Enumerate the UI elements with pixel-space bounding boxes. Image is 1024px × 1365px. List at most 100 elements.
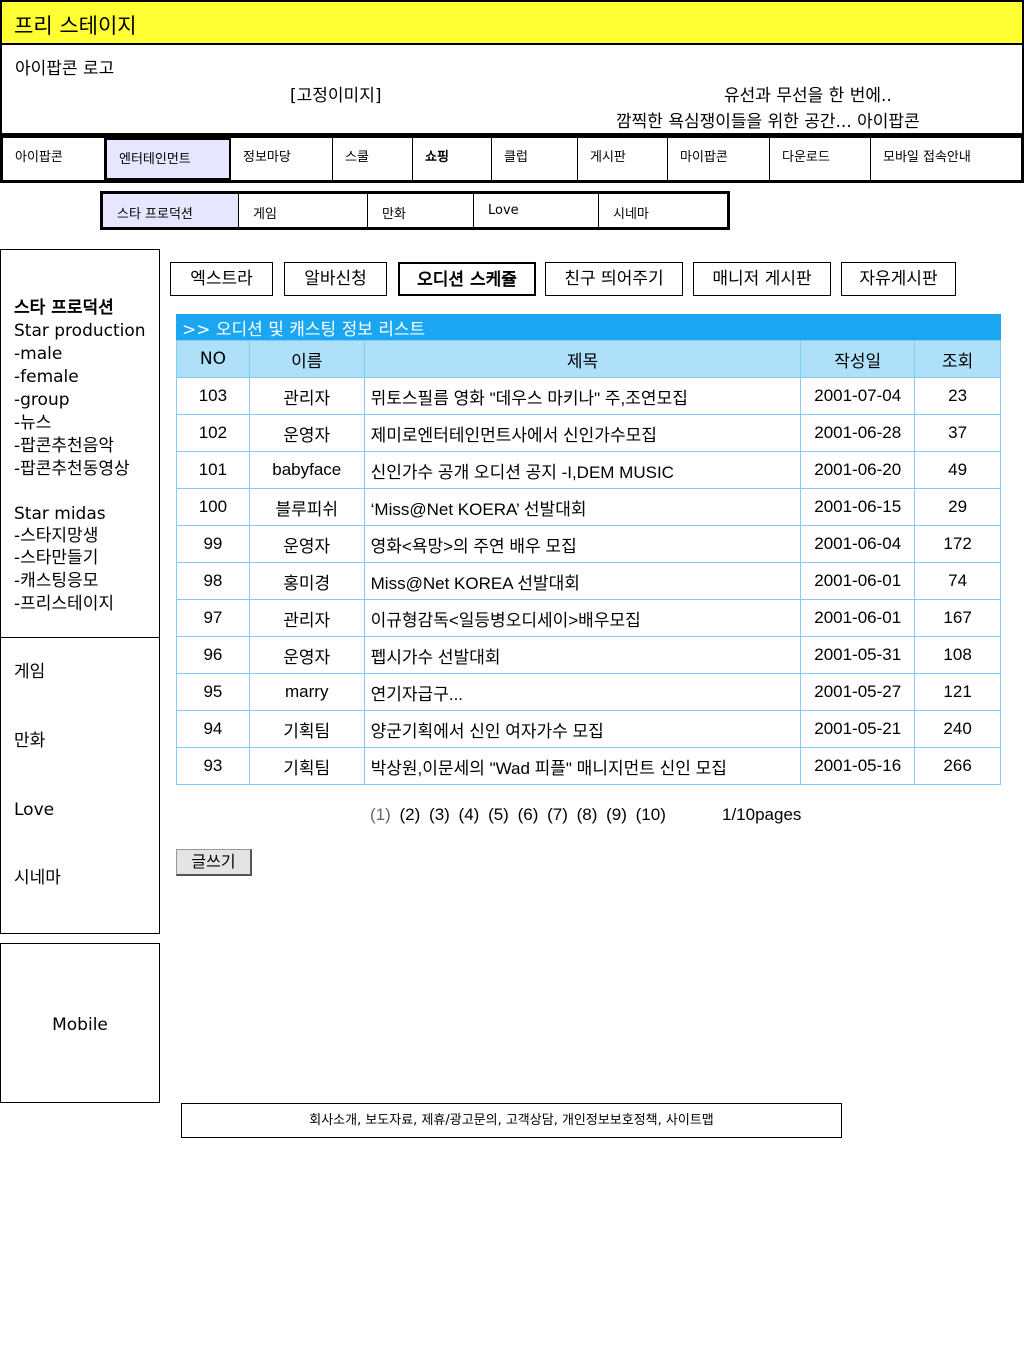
tab-free-board[interactable]: 자유게시판 (841, 262, 956, 296)
mobile-box[interactable]: Mobile (0, 943, 160, 1103)
left-menu-divider (1, 637, 159, 638)
audition-list-table: NO 이름 제목 작성일 조회 103 관리자 뮈토스필름 영화 "데우스 마키나"… (176, 340, 1001, 785)
table-row[interactable]: 93 기획팀 박상원,이문세의 "Wad 피플" 매니지먼트 신인 모집 2001-0… (176, 747, 1001, 785)
page-link[interactable]: (1) (370, 805, 391, 824)
table-row[interactable]: 101 babyface 신인가수 공개 오디션 공지 -I,DEM MUSIC 20… (176, 451, 1001, 489)
tab-extra[interactable]: 엑스트라 (170, 262, 273, 296)
sub-nav-comics[interactable]: 만화 (368, 194, 474, 227)
main-nav-ipopcorn[interactable]: 아이팝콘 (3, 138, 105, 180)
table-row[interactable]: 96 운영자 펩시가수 선발대회 2001-05-31 108 (176, 636, 1001, 674)
cell-date: 2001-06-01 (800, 562, 916, 600)
table-row[interactable]: 100 블루피쉬 ‘Miss@Net KOERA’ 선발대회 2001-06-15 29 (176, 488, 1001, 526)
slogan-line-1: 유선과 무선을 한 번에.. (724, 86, 892, 106)
cell-no: 96 (176, 636, 250, 674)
sub-nav-game[interactable]: 게임 (239, 194, 368, 227)
page-link[interactable]: (10) (636, 805, 666, 824)
cell-views: 49 (914, 451, 1001, 489)
main-nav-board[interactable]: 게시판 (578, 138, 668, 180)
cell-date: 2001-05-16 (800, 747, 916, 785)
left-menu-item[interactable]: -프리스테이지 (14, 593, 114, 616)
cell-name: 운영자 (248, 414, 365, 452)
page-link[interactable]: (9) (606, 805, 627, 824)
left-menu-item[interactable]: Star production (14, 320, 146, 343)
left-menu-game[interactable]: 게임 (14, 661, 45, 684)
cell-name: 블루피쉬 (248, 488, 365, 526)
cell-title[interactable]: 제미로엔터테인먼트사에서 신인가수모집 (363, 414, 802, 452)
sub-navigation: 스타 프로덕션 게임 만화 Love 시네마 (100, 191, 730, 230)
sub-nav-love[interactable]: Love (474, 194, 599, 227)
cell-no: 100 (176, 488, 250, 526)
left-menu-item[interactable]: -female (14, 366, 79, 389)
page-link[interactable]: (3) (429, 805, 450, 824)
main-nav-entertainment[interactable]: 엔터테인먼트 (105, 138, 231, 180)
main-nav-mypopcorn[interactable]: 마이팝콘 (668, 138, 770, 180)
left-menu-item[interactable]: -스타만들기 (14, 547, 98, 570)
cell-title[interactable]: 펩시가수 선발대회 (363, 636, 802, 674)
main-nav-shopping[interactable]: 쇼핑 (413, 138, 492, 180)
cell-title[interactable]: 양군기획에서 신인 여자가수 모집 (363, 710, 802, 748)
cell-views: 172 (914, 525, 1001, 563)
table-row[interactable]: 103 관리자 뮈토스필름 영화 "데우스 마키나" 주,조연모집 2001-07-0… (176, 377, 1001, 415)
left-menu-comics[interactable]: 만화 (14, 730, 45, 753)
left-menu-item[interactable]: -팝콘추천음악 (14, 435, 114, 458)
cell-title[interactable]: 뮈토스필름 영화 "데우스 마키나" 주,조연모집 (363, 377, 802, 415)
page-info: 1/10pages (722, 805, 802, 824)
footer-links[interactable]: 회사소개, 보도자료, 제휴/광고문의, 고객상담, 개인정보보호정책, 사이트… (181, 1103, 842, 1138)
cell-title[interactable]: 영화<욕망>의 주연 배우 모집 (363, 525, 802, 563)
left-menu-cinema[interactable]: 시네마 (14, 867, 61, 890)
left-menu-item[interactable]: Star midas (14, 503, 106, 526)
cell-views: 240 (914, 710, 1001, 748)
table-row[interactable]: 99 운영자 영화<욕망>의 주연 배우 모집 2001-06-04 172 (176, 525, 1001, 563)
column-header-name: 이름 (248, 340, 365, 378)
cell-title[interactable]: 연기자급구... (363, 673, 802, 711)
tab-audition-schedule[interactable]: 오디션 스케쥴 (398, 262, 536, 296)
left-menu-item[interactable]: -스타지망생 (14, 525, 98, 548)
cell-views: 37 (914, 414, 1001, 452)
tab-parttime-apply[interactable]: 알바신청 (284, 262, 387, 296)
main-nav-download[interactable]: 다운로드 (770, 138, 871, 180)
main-navigation: 아이팝콘 엔터테인먼트 정보마당 스쿨 쇼핑 클럽 게시판 마이팝콘 다운로드 … (0, 135, 1024, 183)
cell-date: 2001-06-20 (800, 451, 916, 489)
cell-views: 74 (914, 562, 1001, 600)
tab-promote-friend[interactable]: 친구 띄어주기 (545, 262, 683, 296)
page-link[interactable]: (7) (547, 805, 568, 824)
cell-title[interactable]: ‘Miss@Net KOERA’ 선발대회 (363, 488, 802, 526)
left-menu: 스타 프로덕션 Star production -male -female -g… (0, 249, 160, 934)
cell-date: 2001-05-21 (800, 710, 916, 748)
cell-no: 102 (176, 414, 250, 452)
cell-title[interactable]: Miss@Net KOREA 선발대회 (363, 562, 802, 600)
main-nav-mobile-guide[interactable]: 모바일 접속안내 (871, 138, 1021, 180)
left-menu-item[interactable]: -뉴스 (14, 412, 51, 435)
page-link[interactable]: (8) (577, 805, 598, 824)
table-row[interactable]: 102 운영자 제미로엔터테인먼트사에서 신인가수모집 2001-06-28 37 (176, 414, 1001, 452)
cell-views: 266 (914, 747, 1001, 785)
left-menu-item[interactable]: -group (14, 389, 70, 412)
table-row[interactable]: 98 홍미경 Miss@Net KOREA 선발대회 2001-06-01 74 (176, 562, 1001, 600)
cell-title[interactable]: 이규형감독<일등병오디세이>배우모집 (363, 599, 802, 637)
mobile-label: Mobile (52, 1015, 108, 1035)
page-link[interactable]: (4) (459, 805, 480, 824)
cell-title[interactable]: 박상원,이문세의 "Wad 피플" 매니지먼트 신인 모집 (363, 747, 802, 785)
table-row[interactable]: 94 기획팀 양군기획에서 신인 여자가수 모집 2001-05-21 240 (176, 710, 1001, 748)
main-nav-school[interactable]: 스쿨 (333, 138, 413, 180)
page-link[interactable]: (5) (488, 805, 509, 824)
sub-nav-star-production[interactable]: 스타 프로덕션 (103, 194, 239, 227)
left-menu-item[interactable]: -팝콘추천동영상 (14, 458, 130, 481)
write-button[interactable]: 글쓰기 (176, 849, 252, 876)
cell-date: 2001-07-04 (800, 377, 916, 415)
left-menu-item[interactable]: -male (14, 343, 62, 366)
cell-views: 121 (914, 673, 1001, 711)
cell-title[interactable]: 신인가수 공개 오디션 공지 -I,DEM MUSIC (363, 451, 802, 489)
table-row[interactable]: 97 관리자 이규형감독<일등병오디세이>배우모집 2001-06-01 167 (176, 599, 1001, 637)
table-row[interactable]: 95 marry 연기자급구... 2001-05-27 121 (176, 673, 1001, 711)
left-menu-item[interactable]: -캐스팅응모 (14, 570, 98, 593)
main-nav-club[interactable]: 클럽 (492, 138, 578, 180)
page-link[interactable]: (6) (518, 805, 539, 824)
page-link[interactable]: (2) (400, 805, 421, 824)
tab-manager-board[interactable]: 매니저 게시판 (693, 262, 831, 296)
logo-placeholder[interactable]: 아이팝콘 로고 (15, 54, 114, 79)
main-nav-info[interactable]: 정보마당 (231, 138, 333, 180)
sub-nav-cinema[interactable]: 시네마 (599, 194, 727, 227)
left-menu-love[interactable]: Love (14, 799, 54, 822)
left-menu-section-title: 스타 프로덕션 (14, 298, 114, 318)
